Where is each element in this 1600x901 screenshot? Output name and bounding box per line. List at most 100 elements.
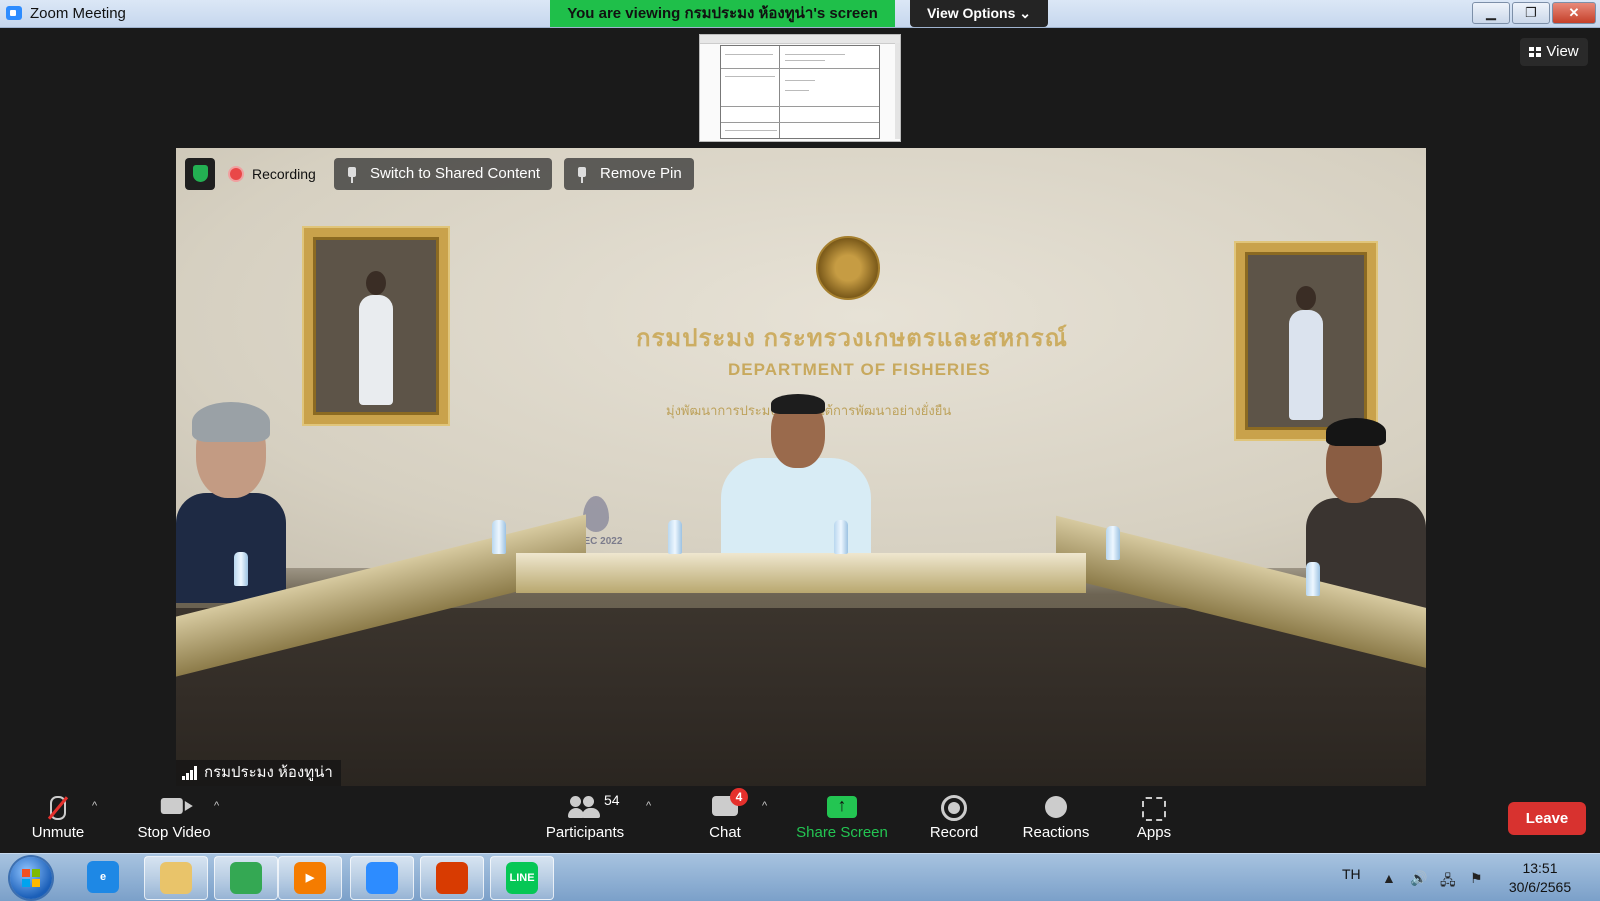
remove-pin-label: Remove Pin bbox=[600, 165, 682, 182]
thumbnail-toolbar bbox=[700, 35, 900, 44]
clock-date: 30/6/2565 bbox=[1508, 879, 1572, 895]
input-language-indicator[interactable]: TH bbox=[1342, 866, 1361, 882]
audio-options-caret[interactable]: ^ bbox=[92, 800, 102, 812]
encryption-shield-button[interactable] bbox=[185, 158, 215, 190]
thumbnail-text-line bbox=[725, 54, 773, 55]
apps-label: Apps bbox=[1136, 824, 1172, 841]
participant-body bbox=[721, 458, 871, 568]
participants-options-caret[interactable]: ^ bbox=[646, 800, 656, 812]
start-button[interactable] bbox=[10, 857, 52, 899]
unmute-button[interactable]: Unmute bbox=[20, 792, 96, 848]
thumbnail-row-line bbox=[721, 68, 879, 69]
line-icon: LINE bbox=[506, 862, 538, 894]
taskbar-app-internet-explorer[interactable]: e bbox=[72, 856, 134, 898]
window-title: Zoom Meeting bbox=[30, 5, 126, 22]
viewing-screen-banner: You are viewing กรมประมง ห้องทูน่า's scr… bbox=[550, 0, 895, 27]
zoom-icon bbox=[366, 862, 398, 894]
view-button-label: View bbox=[1546, 43, 1579, 60]
wall-text-thai: กรมประมง กระทรวงเกษตรและสหกรณ์ bbox=[636, 325, 1068, 352]
windows-taskbar: e ▶ LINE TH ▲ 🔊 🖧 ⚑ 13:51 30/6/2565 bbox=[0, 853, 1600, 901]
thumbnail-text-line bbox=[785, 54, 845, 55]
taskbar-app-office[interactable] bbox=[420, 856, 484, 900]
zoom-app-icon bbox=[6, 6, 22, 20]
portrait-frame-left bbox=[304, 228, 448, 424]
remove-pin-button[interactable]: Remove Pin bbox=[564, 158, 694, 190]
thumbnail-document bbox=[720, 45, 880, 139]
taskbar-app-zoom[interactable] bbox=[350, 856, 414, 900]
recording-dot-icon bbox=[230, 168, 242, 180]
share-screen-label: Share Screen bbox=[796, 824, 888, 841]
switch-to-shared-content-button[interactable]: Switch to Shared Content bbox=[334, 158, 553, 190]
video-options-caret[interactable]: ^ bbox=[214, 800, 224, 812]
participant-name-tag: กรมประมง ห้องทูน่า bbox=[176, 760, 341, 786]
volume-icon[interactable]: 🔊 bbox=[1410, 870, 1427, 887]
system-clock[interactable]: 13:51 30/6/2565 bbox=[1500, 859, 1580, 897]
portrait-frame-right bbox=[1236, 243, 1376, 439]
participant-hair bbox=[771, 394, 825, 414]
shield-icon bbox=[193, 165, 208, 182]
reactions-button[interactable]: Reactions bbox=[1014, 792, 1098, 848]
emblem-seal bbox=[816, 236, 880, 300]
apps-button[interactable]: Apps bbox=[1118, 792, 1190, 848]
chat-button[interactable]: 4 Chat bbox=[690, 788, 760, 848]
participants-button[interactable]: 54 Participants bbox=[540, 792, 630, 848]
switch-shared-label: Switch to Shared Content bbox=[370, 165, 541, 182]
show-hidden-icons-arrow[interactable]: ▲ bbox=[1382, 870, 1396, 886]
water-bottle bbox=[1106, 526, 1120, 560]
record-label: Record bbox=[929, 824, 979, 841]
view-options-button[interactable]: View Options ⌄ bbox=[910, 0, 1048, 27]
internet-explorer-icon: e bbox=[87, 861, 119, 893]
water-bottle bbox=[234, 552, 248, 586]
share-screen-button[interactable]: Share Screen bbox=[792, 792, 892, 848]
taskbar-app-file-explorer[interactable] bbox=[144, 856, 208, 900]
network-icon[interactable]: 🖧 bbox=[1440, 870, 1456, 894]
participants-icon bbox=[568, 796, 600, 818]
thumbnail-text-line bbox=[785, 60, 825, 61]
chat-label: Chat bbox=[709, 824, 741, 841]
thumbnail-row-line bbox=[721, 122, 879, 123]
leave-button[interactable]: Leave bbox=[1508, 802, 1586, 835]
media-player-icon: ▶ bbox=[294, 862, 326, 894]
stop-video-label: Stop Video bbox=[137, 824, 211, 841]
record-icon bbox=[941, 795, 967, 821]
smiley-icon bbox=[1045, 796, 1067, 818]
water-bottle bbox=[1306, 562, 1320, 596]
participants-label: Participants bbox=[545, 824, 625, 841]
video-camera-icon bbox=[160, 798, 193, 814]
record-button[interactable]: Record bbox=[912, 792, 996, 848]
meeting-toolbar: Unmute ^ Stop Video ^ 54 Participants ^ … bbox=[0, 786, 1600, 853]
taskbar-app-line[interactable]: LINE bbox=[490, 856, 554, 900]
reactions-label: Reactions bbox=[1022, 824, 1090, 841]
minimize-button[interactable]: ▁ bbox=[1472, 2, 1510, 24]
apec-logo bbox=[583, 496, 609, 532]
action-center-flag-icon[interactable]: ⚑ bbox=[1470, 870, 1483, 887]
taskbar-app-media-player[interactable]: ▶ bbox=[278, 856, 342, 900]
share-screen-icon bbox=[827, 795, 857, 818]
participant-center bbox=[721, 394, 871, 568]
participants-count: 54 bbox=[604, 792, 620, 808]
chrome-icon bbox=[230, 862, 262, 894]
recording-indicator: Recording bbox=[220, 158, 326, 190]
pin-icon bbox=[348, 167, 356, 183]
window-controls: ▁ ❐ ✕ bbox=[1472, 2, 1596, 24]
taskbar-app-chrome[interactable] bbox=[214, 856, 278, 900]
thumbnail-text-line bbox=[785, 90, 809, 91]
recording-label: Recording bbox=[252, 166, 316, 182]
participant-name: กรมประมง ห้องทูน่า bbox=[204, 764, 333, 781]
floor bbox=[176, 608, 1426, 786]
shared-screen-thumbnail[interactable] bbox=[699, 34, 901, 142]
thumbnail-column-divider bbox=[779, 46, 780, 138]
file-explorer-icon bbox=[160, 862, 192, 894]
title-bar: Zoom Meeting You are viewing กรมประมง ห้… bbox=[0, 0, 1600, 28]
chat-unread-badge: 4 bbox=[730, 788, 748, 806]
portrait-figure bbox=[359, 295, 393, 405]
water-bottle bbox=[492, 520, 506, 554]
restore-button[interactable]: ❐ bbox=[1512, 2, 1550, 24]
chat-options-caret[interactable]: ^ bbox=[762, 800, 772, 812]
portrait-head bbox=[366, 271, 386, 295]
view-button[interactable]: View bbox=[1520, 38, 1588, 66]
portrait-head bbox=[1296, 286, 1316, 310]
close-button[interactable]: ✕ bbox=[1552, 2, 1596, 24]
thumbnail-text-line bbox=[725, 130, 777, 131]
stop-video-button[interactable]: Stop Video bbox=[132, 792, 216, 848]
